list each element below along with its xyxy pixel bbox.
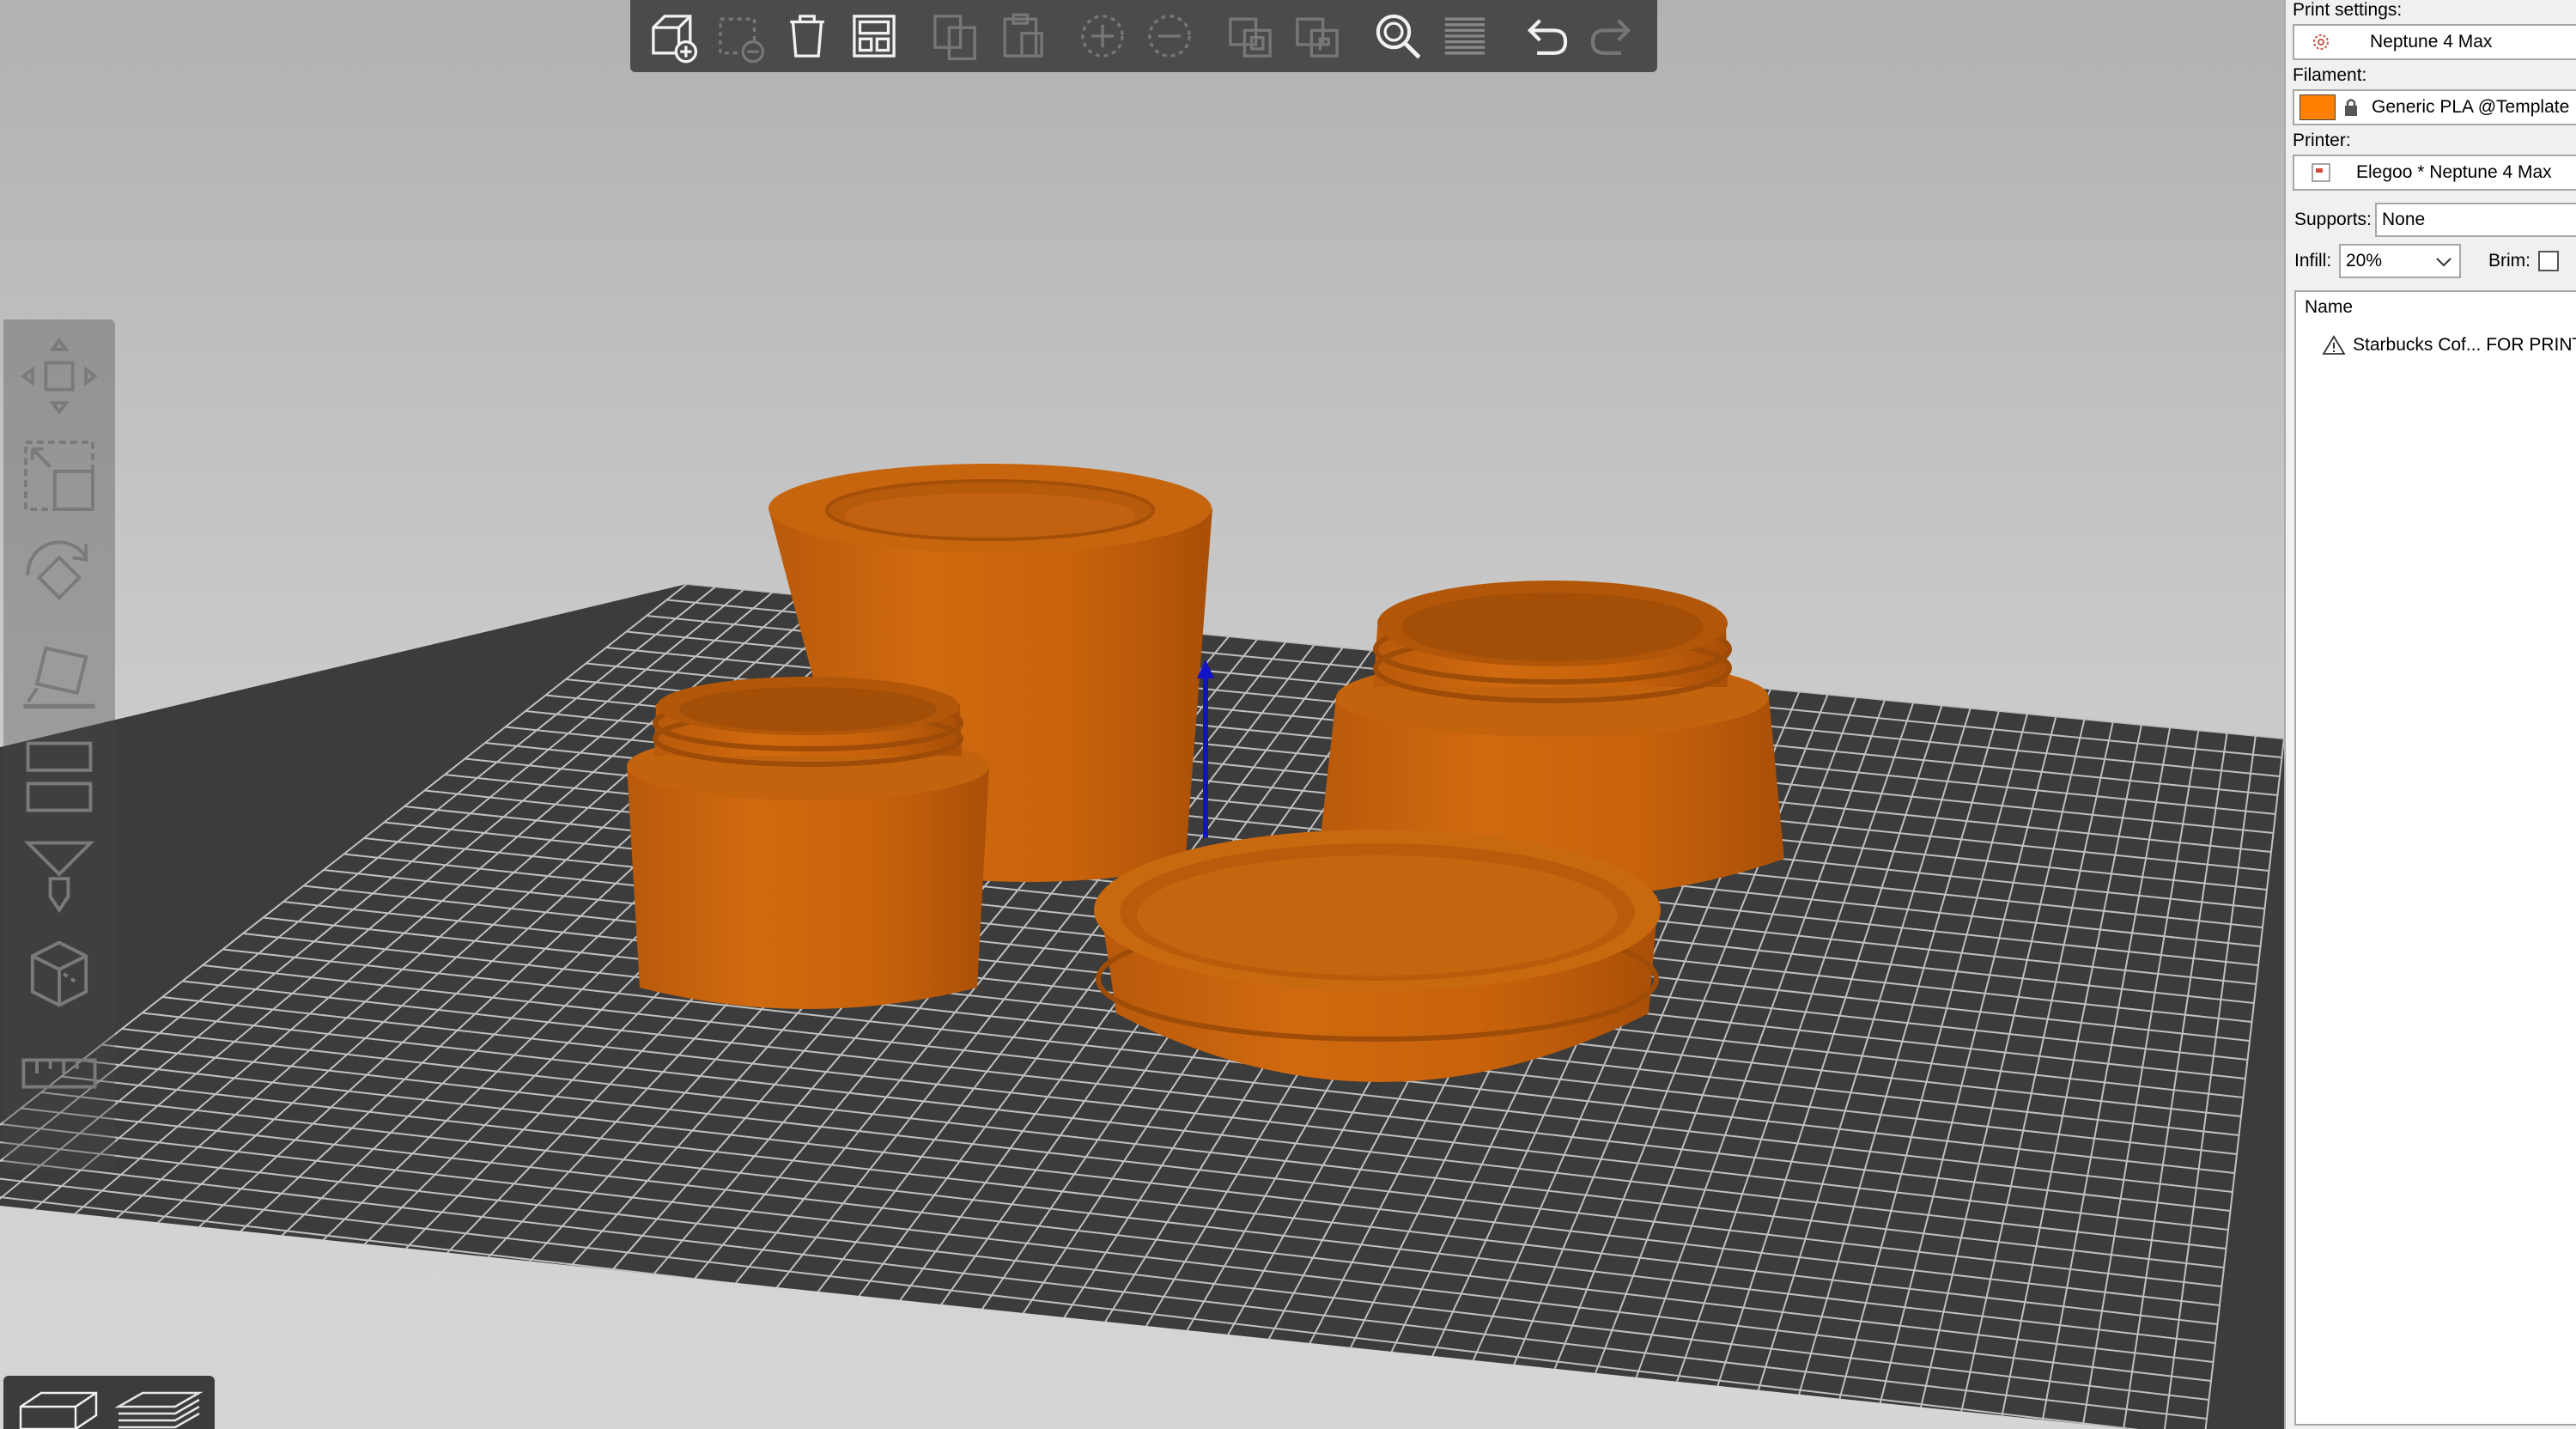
arrange-icon	[853, 15, 896, 58]
print-settings-value: Neptune 4 Max	[2370, 32, 2493, 52]
paste-button[interactable]	[991, 5, 1053, 67]
printer-icon	[2312, 163, 2330, 182]
place-on-face-tool-button[interactable]	[9, 625, 109, 725]
view-toggle	[3, 1376, 215, 1429]
layers-editing-button[interactable]	[1434, 5, 1496, 67]
scale-icon	[24, 441, 94, 511]
model-small-jar[interactable]	[627, 677, 989, 1009]
split-parts-icon	[1296, 17, 1339, 58]
rotate-tool-button[interactable]	[9, 526, 109, 625]
infill-combo[interactable]: 20%	[2339, 244, 2461, 278]
support-paint-icon	[23, 841, 95, 914]
3d-scene[interactable]	[0, 0, 2284, 1429]
split-objects-button[interactable]	[1219, 5, 1281, 67]
supports-combo[interactable]: None	[2375, 203, 2576, 237]
object-list[interactable]: Name Starbucks Cof... FOR PRINT.s	[2294, 290, 2576, 1426]
copy-icon	[933, 15, 976, 61]
delete-selection-button[interactable]	[709, 5, 771, 67]
seam-paint-tool-button[interactable]	[9, 924, 109, 1024]
warning-icon	[2322, 335, 2346, 355]
print-settings-label: Print settings:	[2293, 0, 2403, 20]
undo-button[interactable]	[1515, 5, 1577, 67]
arrange-button[interactable]	[843, 5, 905, 67]
filament-value: Generic PLA @Template	[2372, 97, 2570, 117]
brim-checkbox[interactable]	[2538, 251, 2559, 271]
preview-view-button[interactable]	[113, 1381, 204, 1429]
chevron-down-icon	[2436, 258, 2451, 267]
move-tool-button[interactable]	[9, 326, 109, 426]
lock-icon	[2345, 99, 2357, 116]
3d-view-button[interactable]	[12, 1381, 103, 1429]
measure-icon	[21, 1058, 97, 1089]
cut-tool-button[interactable]	[9, 725, 109, 824]
redo-button[interactable]	[1582, 5, 1643, 67]
copy-button[interactable]	[924, 5, 986, 67]
trash-icon	[790, 15, 824, 58]
filament-label: Filament:	[2293, 65, 2367, 85]
filament-combo[interactable]: Generic PLA @Template	[2293, 89, 2576, 125]
delete-selection-icon	[719, 17, 765, 64]
split-objects-icon	[1229, 17, 1272, 58]
list-header-name[interactable]: Name	[2305, 297, 2353, 318]
3d-viewport[interactable]	[0, 0, 2284, 1429]
move-icon	[21, 337, 98, 415]
object-name: Starbucks Cof... FOR PRINT.s	[2353, 335, 2576, 355]
add-instance-button[interactable]	[1072, 5, 1133, 67]
seam-paint-icon	[30, 940, 88, 1007]
supports-label: Supports:	[2294, 210, 2372, 229]
add-object-icon	[652, 15, 698, 64]
redo-icon	[1590, 19, 1631, 55]
layers-preview-icon	[114, 1391, 204, 1429]
printer-label: Printer:	[2293, 131, 2351, 150]
settings-sidebar: Print settings: Neptune 4 Max Filament: …	[2284, 0, 2576, 1429]
add-object-button[interactable]	[642, 5, 704, 67]
remove-instance-icon	[1148, 15, 1191, 58]
printer-value: Elegoo * Neptune 4 Max	[2356, 162, 2552, 182]
infill-row: Infill: 20% Brim:	[2286, 242, 2576, 280]
measure-tool-button[interactable]	[9, 1024, 109, 1123]
cut-icon	[26, 741, 93, 812]
gear-icon	[2313, 34, 2329, 50]
infill-label: Infill:	[2294, 251, 2332, 271]
remove-instance-button[interactable]	[1139, 5, 1200, 67]
search-button[interactable]	[1367, 5, 1429, 67]
3d-view-icon	[19, 1391, 98, 1429]
add-instance-icon	[1081, 15, 1124, 58]
infill-value: 20%	[2346, 251, 2383, 271]
place-on-face-icon	[23, 646, 95, 708]
search-icon	[1376, 14, 1421, 59]
layers-editing-icon	[1444, 17, 1485, 55]
brim-label: Brim:	[2488, 251, 2530, 271]
top-toolbar	[630, 0, 1657, 72]
printer-combo[interactable]: Elegoo * Neptune 4 Max	[2293, 155, 2576, 191]
support-paint-tool-button[interactable]	[9, 824, 109, 924]
scale-tool-button[interactable]	[9, 426, 109, 526]
print-settings-combo[interactable]: Neptune 4 Max	[2293, 24, 2576, 60]
supports-value: None	[2382, 210, 2426, 229]
undo-icon	[1527, 19, 1568, 55]
supports-row: Supports: None	[2286, 201, 2576, 239]
filament-color-swatch[interactable]	[2300, 94, 2336, 120]
left-toolbar	[3, 319, 115, 1170]
list-item[interactable]: Starbucks Cof... FOR PRINT.s	[2322, 330, 2576, 361]
delete-all-button[interactable]	[776, 5, 838, 67]
split-parts-button[interactable]	[1286, 5, 1348, 67]
paste-icon	[1003, 13, 1043, 58]
rotate-icon	[26, 540, 88, 600]
